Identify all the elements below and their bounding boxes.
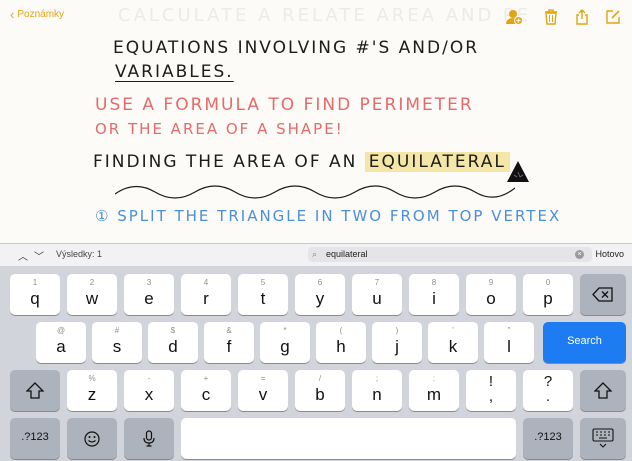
key-b[interactable]: / b xyxy=(295,370,345,411)
key-e[interactable]: 3e xyxy=(124,274,174,315)
shift-icon xyxy=(594,382,612,399)
search-highlight: EQUILATERAL xyxy=(364,152,510,172)
compose-icon[interactable] xyxy=(604,8,622,26)
share-icon[interactable] xyxy=(573,8,591,26)
ghost-title-text: CALCULATE A RELATE AREA AND PE xyxy=(118,5,532,26)
microphone-icon xyxy=(143,430,155,447)
handwriting-line-6: ① SPLIT THE TRIANGLE IN TWO FROM TOP VER… xyxy=(95,207,562,225)
key-o[interactable]: 9o xyxy=(466,274,516,315)
key-r[interactable]: 4r xyxy=(181,274,231,315)
results-count: Výsledky: 1 xyxy=(56,249,103,259)
key-i[interactable]: 8i xyxy=(409,274,459,315)
toolbar: ‹ Poznámky CALCULATE A RELATE AREA AND P… xyxy=(0,0,632,32)
chevron-down-icon[interactable]: ﹀ xyxy=(34,248,44,263)
chevron-left-icon: ‹ xyxy=(10,6,15,22)
search-query: equilateral xyxy=(326,249,368,259)
backspace-key[interactable] xyxy=(580,274,626,315)
key-m[interactable]: :m xyxy=(409,370,459,411)
key-l[interactable]: " l xyxy=(484,322,534,363)
hide-keyboard-key[interactable] xyxy=(580,418,626,459)
handwriting-line-5: FINDING THE AREA OF AN EQUILATERAL xyxy=(93,152,510,172)
key-k[interactable]: ' k xyxy=(428,322,478,363)
trash-icon[interactable] xyxy=(542,8,560,26)
shift-icon xyxy=(26,382,44,399)
find-bar: ︿ ﹀ Výsledky: 1 ⌕ equilateral × Hotovo xyxy=(0,243,632,266)
key-x[interactable]: -x xyxy=(124,370,174,411)
key-f[interactable]: & f xyxy=(204,322,254,363)
done-button[interactable]: Hotovo xyxy=(595,249,624,259)
shift-right-key[interactable] xyxy=(580,370,626,411)
key-d[interactable]: $ d xyxy=(148,322,198,363)
numbers-key-right[interactable]: .?123 xyxy=(523,418,573,459)
handwriting-line-4: OR THE AREA OF A SHAPE! xyxy=(95,120,344,138)
emoji-key[interactable] xyxy=(67,418,117,459)
handwriting-line-2: VARIABLES. xyxy=(115,62,234,82)
clear-icon[interactable]: × xyxy=(575,250,584,259)
handwriting-text: FINDING THE AREA OF AN xyxy=(93,152,358,172)
dictation-key[interactable] xyxy=(124,418,174,459)
key-c[interactable]: + c xyxy=(181,370,231,411)
keyboard: 1q 2w 3e 4r 5t 6y 7u 8i 9o 0p @ a # s $ d &… xyxy=(0,266,632,461)
back-button[interactable]: ‹ Poznámky xyxy=(10,6,65,22)
back-label: Poznámky xyxy=(17,9,65,20)
key-g[interactable]: * g xyxy=(260,322,310,363)
wavy-underline xyxy=(115,185,515,199)
chevron-up-icon[interactable]: ︿ xyxy=(18,248,28,263)
delete-icon xyxy=(592,287,613,302)
search-input[interactable]: ⌕ equilateral × xyxy=(308,247,592,262)
key-j[interactable]: ) j xyxy=(372,322,422,363)
key-y[interactable]: 6y xyxy=(295,274,345,315)
key-q[interactable]: 1q xyxy=(10,274,60,315)
key-n[interactable]: ; n xyxy=(352,370,402,411)
space-key[interactable] xyxy=(181,418,516,459)
key-w[interactable]: 2w xyxy=(67,274,117,315)
add-people-icon[interactable] xyxy=(505,8,523,26)
handwriting-line-1: EQUATIONS INVOLVING #'S AND/OR xyxy=(113,38,480,58)
key-a[interactable]: @ a xyxy=(36,322,86,363)
key-u[interactable]: 7u xyxy=(352,274,402,315)
key-exclamation[interactable]: ! , xyxy=(466,370,516,411)
key-p[interactable]: 0p xyxy=(523,274,573,315)
key-z[interactable]: % z xyxy=(67,370,117,411)
key-h[interactable]: (h xyxy=(316,322,366,363)
numbers-key-left[interactable]: .?123 xyxy=(10,418,60,459)
search-key[interactable]: Search xyxy=(543,322,626,363)
note-canvas[interactable]: ‹ Poznámky CALCULATE A RELATE AREA AND P… xyxy=(0,0,632,243)
find-navigation: ︿ ﹀ xyxy=(18,248,44,263)
key-v[interactable]: = v xyxy=(238,370,288,411)
keyboard-dismiss-icon xyxy=(592,428,614,448)
search-icon: ⌕ xyxy=(312,249,318,259)
key-s[interactable]: # s xyxy=(92,322,142,363)
key-t[interactable]: 5t xyxy=(238,274,288,315)
handwriting-line-3: USE A FORMULA TO FIND PERIMETER xyxy=(95,95,474,115)
emoji-icon xyxy=(84,431,100,447)
shift-left-key[interactable] xyxy=(10,370,60,411)
key-question[interactable]: ? . xyxy=(523,370,573,411)
